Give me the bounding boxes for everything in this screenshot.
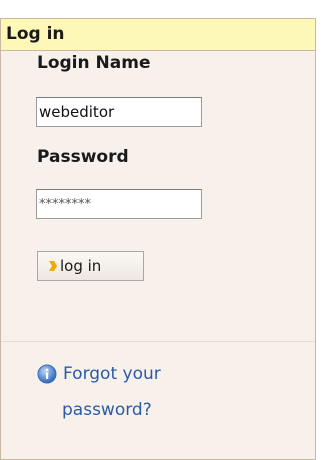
- password-label: Password: [37, 147, 129, 167]
- login-portlet: Log in: [0, 18, 316, 460]
- info-icon: [37, 364, 57, 384]
- login-name-input[interactable]: [36, 97, 202, 127]
- portlet-title: Log in: [1, 19, 315, 51]
- arrow-icon: [49, 261, 57, 271]
- login-name-label: Login Name: [37, 53, 151, 73]
- forgot-password-link[interactable]: Forgot your: [37, 362, 161, 386]
- forgot-link-text-continued[interactable]: password?: [62, 400, 152, 420]
- password-input[interactable]: [36, 189, 202, 219]
- forgot-link-text[interactable]: Forgot your: [63, 364, 161, 384]
- log-in-button-label: log in: [60, 257, 102, 275]
- log-in-button[interactable]: log in: [37, 251, 144, 281]
